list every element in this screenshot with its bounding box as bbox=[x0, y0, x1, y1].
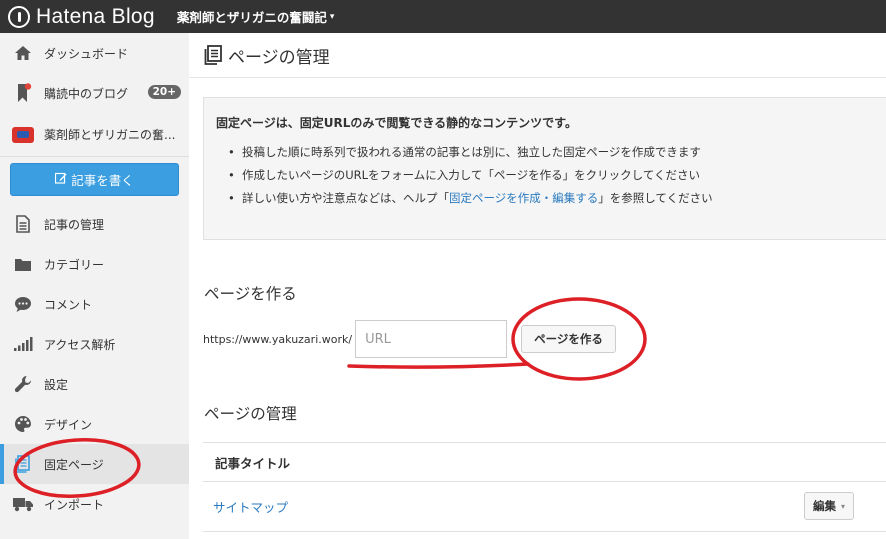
url-prefix: https://www.yakuzari.work/ bbox=[203, 332, 353, 346]
info-text: 詳しい使い方や注意点などは、ヘルプ「 bbox=[242, 191, 449, 205]
caret-down-icon: ▾ bbox=[329, 11, 335, 22]
sidebar-item-label: デザイン bbox=[44, 417, 93, 432]
sidebar-item-dashboard[interactable]: ダッシュボード bbox=[0, 33, 189, 73]
sidebar-item-label: 購読中のブログ bbox=[44, 86, 129, 101]
info-text: 」を参照してください bbox=[598, 191, 713, 205]
sidebar-item-label: 薬剤師とザリガニの奮... bbox=[44, 128, 176, 142]
pages-table: 記事タイトル サイトマップ 編集 ▾ bbox=[203, 442, 886, 532]
column-header-title: 記事タイトル bbox=[215, 455, 291, 471]
sidebar-item-current-blog[interactable]: 薬剤師とザリガニの奮... bbox=[0, 113, 189, 157]
info-bullet: 詳しい使い方や注意点などは、ヘルプ「固定ページを作成・編集する」を参照してくださ… bbox=[228, 187, 886, 210]
folder-icon bbox=[12, 253, 34, 275]
top-bar: Hatena Blog 薬剤師とザリガニの奮闘記 ▾ bbox=[0, 0, 886, 33]
sidebar-item-label: カテゴリー bbox=[44, 257, 105, 272]
sidebar-item-label: インポート bbox=[44, 497, 105, 512]
sidebar-item-label: ダッシュボード bbox=[44, 46, 129, 61]
create-page-form: https://www.yakuzari.work/ ページを作る bbox=[203, 320, 616, 358]
sidebar-item-subscriptions[interactable]: 購読中のブログ 20+ bbox=[0, 73, 189, 113]
table-row: サイトマップ 編集 ▾ bbox=[203, 482, 886, 532]
info-heading: 固定ページは、固定URLのみで閲覧できる静的なコンテンツです。 bbox=[216, 116, 577, 130]
sidebar-item-articles[interactable]: 記事の管理 bbox=[0, 204, 189, 244]
palette-icon bbox=[12, 413, 34, 435]
sidebar-item-label: 固定ページ bbox=[44, 457, 104, 472]
page-title: ページの管理 bbox=[228, 47, 330, 68]
sidebar-item-label: 記事の管理 bbox=[44, 217, 105, 232]
main-content: ページの管理 固定ページは、固定URLのみで閲覧できる静的なコンテンツです。 投… bbox=[189, 33, 886, 539]
sidebar-item-label: アクセス解析 bbox=[44, 337, 116, 352]
hatena-logo-icon bbox=[8, 5, 30, 28]
truck-icon bbox=[12, 493, 34, 515]
info-box: 固定ページは、固定URLのみで閲覧できる静的なコンテンツです。 投稿した順に時系… bbox=[203, 97, 886, 240]
help-link[interactable]: 固定ページを作成・編集する bbox=[449, 191, 598, 205]
info-list: 投稿した順に時系列で扱われる通常の記事とは別に、独立した固定ページを作成できます… bbox=[216, 141, 886, 210]
edit-button[interactable]: 編集 ▾ bbox=[804, 492, 855, 520]
subscription-count-badge: 20+ bbox=[147, 85, 181, 99]
table-header: 記事タイトル bbox=[203, 442, 886, 482]
edit-button-label: 編集 bbox=[813, 499, 836, 513]
document-icon bbox=[12, 213, 34, 235]
write-article-button[interactable]: 記事を書く bbox=[10, 163, 179, 196]
url-input[interactable] bbox=[355, 320, 508, 358]
sidebar-item-import[interactable]: インポート bbox=[0, 484, 189, 524]
create-section-title: ページを作る bbox=[204, 285, 297, 303]
sidebar-item-settings[interactable]: 設定 bbox=[0, 364, 189, 404]
sidebar: ダッシュボード 購読中のブログ 20+ 薬剤師とザリガニの奮... 記事を書く … bbox=[0, 33, 189, 539]
comment-icon bbox=[12, 293, 34, 315]
wrench-icon bbox=[12, 373, 34, 395]
blog-switcher-label: 薬剤師とザリガニの奮闘記 bbox=[176, 10, 327, 25]
caret-down-icon: ▾ bbox=[841, 501, 846, 511]
blog-switcher[interactable]: 薬剤師とザリガニの奮闘記 ▾ bbox=[177, 7, 335, 26]
hatena-logo[interactable]: Hatena Blog bbox=[8, 5, 155, 29]
edit-pen-icon bbox=[55, 172, 67, 187]
write-button-wrap: 記事を書く bbox=[0, 157, 189, 204]
page-icon bbox=[12, 453, 34, 475]
page-header: ページの管理 bbox=[189, 33, 886, 78]
logo-text: Hatena Blog bbox=[36, 4, 155, 28]
manage-section-title: ページの管理 bbox=[204, 405, 297, 423]
bookmark-icon bbox=[12, 82, 34, 104]
sidebar-item-label: 設定 bbox=[44, 377, 69, 392]
info-bullet: 投稿した順に時系列で扱われる通常の記事とは別に、独立した固定ページを作成できます bbox=[228, 141, 886, 164]
create-page-button[interactable]: ページを作る bbox=[521, 325, 616, 353]
sidebar-item-fixed-pages[interactable]: 固定ページ bbox=[0, 444, 189, 484]
sidebar-item-label: コメント bbox=[44, 297, 93, 312]
pages-icon bbox=[204, 45, 222, 65]
home-icon bbox=[12, 42, 34, 64]
bar-chart-icon bbox=[12, 333, 34, 355]
blog-thumbnail-icon bbox=[12, 124, 34, 146]
write-button-label: 記事を書く bbox=[71, 173, 134, 188]
sidebar-item-categories[interactable]: カテゴリー bbox=[0, 244, 189, 284]
sidebar-item-comments[interactable]: コメント bbox=[0, 284, 189, 324]
info-bullet: 作成したいページのURLをフォームに入力して「ページを作る」をクリックしてくださ… bbox=[228, 164, 886, 187]
sidebar-item-design[interactable]: デザイン bbox=[0, 404, 189, 444]
sidebar-item-analytics[interactable]: アクセス解析 bbox=[0, 324, 189, 364]
page-title-link[interactable]: サイトマップ bbox=[213, 497, 288, 516]
